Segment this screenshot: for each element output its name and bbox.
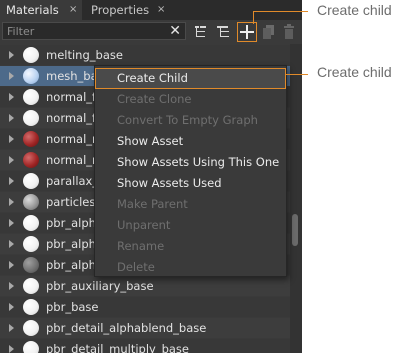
- list-item[interactable]: pbr_base: [0, 297, 290, 317]
- expand-arrow-icon[interactable]: [9, 114, 14, 122]
- expand-arrow-icon[interactable]: [9, 198, 14, 206]
- material-name: melting_base: [46, 48, 123, 62]
- menu-item-create-child[interactable]: Create Child: [95, 68, 286, 89]
- expand-arrow-icon[interactable]: [9, 240, 14, 248]
- material-preview-icon: [23, 47, 39, 63]
- expand-arrow-icon[interactable]: [9, 261, 14, 269]
- material-preview-icon: [23, 341, 39, 353]
- material-preview-icon: [23, 194, 39, 210]
- list-item[interactable]: melting_base: [0, 45, 290, 65]
- expand-arrow-icon[interactable]: [9, 93, 14, 101]
- hierarchy-collapse-icon: [217, 26, 229, 37]
- material-name: pbr_base: [46, 300, 99, 314]
- callout-menu-label: Create child: [317, 64, 392, 80]
- material-name: pbr_detail_multiply_base: [46, 342, 190, 353]
- tab-properties-label: Properties: [91, 3, 150, 17]
- expand-arrow-icon[interactable]: [9, 303, 14, 311]
- material-name: pbr_auxiliary_base: [46, 279, 154, 293]
- tab-materials-label: Materials: [6, 3, 59, 17]
- callout-line-menu: [286, 74, 308, 75]
- hierarchy-expand-icon: [195, 26, 206, 37]
- menu-item-show-asset[interactable]: Show Asset: [95, 131, 286, 152]
- material-name: pbr_detail_alphablend_base: [46, 321, 207, 335]
- material-preview-icon: [23, 173, 39, 189]
- menu-item-rename[interactable]: Rename: [95, 236, 286, 257]
- material-preview-icon: [23, 68, 39, 84]
- expand-arrow-icon[interactable]: [9, 324, 14, 332]
- hierarchy-collapse-button[interactable]: [214, 22, 234, 42]
- material-preview-icon: [23, 110, 39, 126]
- callout-toolbar-label: Create child: [317, 2, 392, 18]
- material-preview-icon: [23, 299, 39, 315]
- menu-item-show-assets-used[interactable]: Show Assets Used: [95, 173, 286, 194]
- material-preview-icon: [23, 257, 39, 273]
- tab-materials-close-icon[interactable]: ×: [69, 0, 77, 20]
- create-child-button[interactable]: [237, 22, 257, 42]
- list-item[interactable]: pbr_detail_multiply_base: [0, 339, 290, 353]
- material-name: normal_fr: [46, 90, 101, 104]
- expand-arrow-icon[interactable]: [9, 135, 14, 143]
- menu-item-make-parent[interactable]: Make Parent: [95, 194, 286, 215]
- tab-bar: Materials × Properties ×: [0, 0, 302, 20]
- material-preview-icon: [23, 152, 39, 168]
- scrollbar-track[interactable]: [290, 44, 302, 353]
- callout-line-toolbar-riser: [253, 11, 254, 21]
- expand-arrow-icon[interactable]: [9, 177, 14, 185]
- create-child-icon: [240, 25, 254, 39]
- filter-input[interactable]: [7, 23, 167, 39]
- material-preview-icon: [23, 236, 39, 252]
- menu-item-convert-to-empty-graph[interactable]: Convert To Empty Graph: [95, 110, 286, 131]
- menu-item-create-clone[interactable]: Create Clone: [95, 89, 286, 110]
- menu-item-show-assets-using-this-one[interactable]: Show Assets Using This One: [95, 152, 286, 173]
- material-preview-icon: [23, 89, 39, 105]
- copy-button[interactable]: [260, 22, 280, 42]
- expand-arrow-icon[interactable]: [9, 219, 14, 227]
- tab-properties-close-icon[interactable]: ×: [157, 0, 165, 20]
- context-menu: Create Child Create Clone Convert To Empty…: [94, 65, 287, 277]
- filter-clear-icon[interactable]: ✕: [169, 22, 181, 40]
- expand-arrow-icon[interactable]: [9, 72, 14, 80]
- scrollbar-thumb[interactable]: [292, 214, 298, 246]
- expand-arrow-icon[interactable]: [9, 51, 14, 59]
- material-preview-icon: [23, 215, 39, 231]
- materials-panel: Materials × Properties × ✕: [0, 0, 302, 353]
- delete-icon: [284, 24, 294, 39]
- materials-toolbar: ✕: [0, 20, 302, 44]
- list-item[interactable]: pbr_detail_alphablend_base: [0, 318, 290, 338]
- material-preview-icon: [23, 320, 39, 336]
- expand-arrow-icon[interactable]: [9, 282, 14, 290]
- callout-line-toolbar: [253, 11, 308, 12]
- expand-arrow-icon[interactable]: [9, 345, 14, 353]
- menu-item-delete[interactable]: Delete: [95, 257, 286, 278]
- hierarchy-expand-button[interactable]: [192, 22, 212, 42]
- filter-field[interactable]: ✕: [2, 22, 186, 40]
- expand-arrow-icon[interactable]: [9, 156, 14, 164]
- copy-icon: [263, 25, 274, 39]
- menu-item-unparent[interactable]: Unparent: [95, 215, 286, 236]
- material-preview-icon: [23, 131, 39, 147]
- list-item[interactable]: pbr_auxiliary_base: [0, 276, 290, 296]
- material-name: normal_fr: [46, 111, 101, 125]
- material-preview-icon: [23, 278, 39, 294]
- delete-button[interactable]: [280, 22, 300, 42]
